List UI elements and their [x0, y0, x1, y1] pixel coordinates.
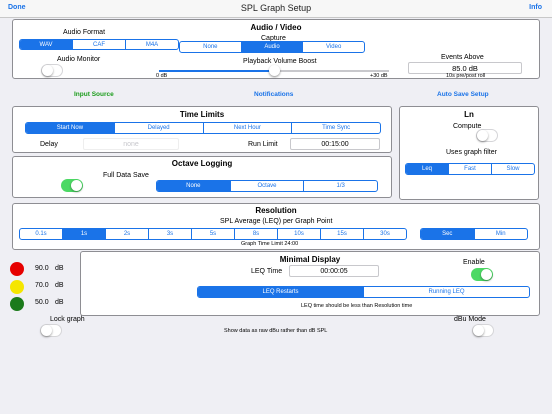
format-caf-option[interactable]: CAF	[73, 40, 126, 49]
delay-label: Delay	[40, 141, 58, 148]
threshold-green-unit: dB	[55, 299, 64, 306]
running-leq-option[interactable]: Running LEQ	[364, 287, 529, 297]
audio-video-panel: Audio / Video Audio Format WAV CAF M4A C…	[12, 19, 540, 79]
threshold-yellow-value[interactable]: 70.0	[35, 282, 49, 289]
threshold-red-value[interactable]: 90.0	[35, 265, 49, 272]
octave-mode-selector: None Octave 1/3	[156, 180, 378, 192]
minimal-display-panel: Minimal Display LEQ Time 00:00:05 Enable…	[80, 251, 540, 316]
compute-label: Compute	[453, 123, 482, 130]
capture-none-option[interactable]: None	[180, 42, 242, 52]
delay-field[interactable]: none	[83, 138, 179, 150]
threshold-yellow-unit: dB	[55, 282, 64, 289]
raw-dbu-note: Show data as raw dBu rather than dB SPL	[224, 328, 328, 334]
compute-toggle[interactable]	[476, 129, 498, 142]
full-data-save-toggle[interactable]	[61, 179, 83, 192]
start-now-option[interactable]: Start Now	[26, 123, 115, 133]
dbu-mode-toggle[interactable]	[472, 324, 494, 337]
resolution-subtitle: SPL Average (LEQ) per Graph Point	[220, 218, 333, 225]
ln-filter-selector: Leq Fast Slow	[405, 163, 535, 175]
octave-logging-title: Octave Logging	[171, 159, 233, 168]
unit-min-option[interactable]: Min	[475, 229, 528, 239]
audio-monitor-toggle[interactable]	[41, 64, 63, 77]
full-data-save-label: Full Data Save	[103, 172, 149, 179]
start-time-sync-option[interactable]: Time Sync	[292, 123, 380, 133]
page-title: SPL Graph Setup	[240, 3, 312, 13]
res-30s-option[interactable]: 30s	[364, 229, 406, 239]
slider-thumb[interactable]	[269, 65, 280, 76]
start-mode-selector: Start Now Delayed Next Hour Time Sync	[25, 122, 381, 134]
leq-mode-selector: LEQ Restarts Running LEQ	[197, 286, 530, 298]
octave-third-option[interactable]: 1/3	[304, 181, 377, 191]
lock-graph-toggle[interactable]	[40, 324, 62, 337]
threshold-green-value[interactable]: 50.0	[35, 299, 49, 306]
ln-title: Ln	[464, 110, 474, 119]
resolution-title: Resolution	[255, 206, 297, 215]
enable-toggle[interactable]	[471, 268, 493, 281]
filter-fast-option[interactable]: Fast	[449, 164, 492, 174]
capture-video-option[interactable]: Video	[303, 42, 364, 52]
navigation-bar: Done SPL Graph Setup Info	[0, 0, 552, 18]
res-2s-option[interactable]: 2s	[106, 229, 149, 239]
start-delayed-option[interactable]: Delayed	[115, 123, 204, 133]
res-1s-option[interactable]: 1s	[63, 229, 106, 239]
boost-max-label: +30 dB	[370, 73, 388, 79]
red-threshold-dot[interactable]	[10, 262, 24, 276]
boost-min-label: 0 dB	[156, 73, 168, 79]
leq-time-label: LEQ Time	[251, 268, 283, 275]
graph-filter-label: Uses graph filter	[446, 149, 497, 156]
green-threshold-dot[interactable]	[10, 297, 24, 311]
res-10s-option[interactable]: 10s	[278, 229, 321, 239]
time-limits-title: Time Limits	[179, 110, 225, 119]
res-0-1s-option[interactable]: 0.1s	[20, 229, 63, 239]
threshold-red-unit: dB	[55, 265, 64, 272]
run-limit-field[interactable]: 00:15:00	[290, 138, 380, 150]
playback-boost-label: Playback Volume Boost	[243, 58, 317, 65]
resolution-selector: 0.1s 1s 2s 3s 5s 8s 10s 15s 30s	[19, 228, 407, 240]
start-next-hour-option[interactable]: Next Hour	[204, 123, 293, 133]
format-wav-option[interactable]: WAV	[20, 40, 73, 49]
format-m4a-option[interactable]: M4A	[126, 40, 178, 49]
res-8s-option[interactable]: 8s	[235, 229, 278, 239]
notifications-link[interactable]: Notifications	[254, 91, 293, 98]
octave-none-option[interactable]: None	[157, 181, 231, 191]
ln-panel: Ln Compute Uses graph filter Leq Fast Sl…	[399, 106, 539, 200]
leq-restarts-option[interactable]: LEQ Restarts	[198, 287, 364, 297]
dbu-mode-label: dBu Mode	[454, 316, 486, 323]
capture-selector: None Audio Video	[179, 41, 365, 53]
yellow-threshold-dot[interactable]	[10, 280, 24, 294]
graph-time-limit: Graph Time Limit 24:00	[241, 241, 299, 247]
events-above-label: Events Above	[441, 54, 484, 61]
enable-label: Enable	[463, 259, 485, 266]
events-roll-note: 10s pre/post roll	[446, 73, 486, 79]
input-source-link[interactable]: Input Source	[74, 91, 114, 98]
res-5s-option[interactable]: 5s	[192, 229, 235, 239]
octave-logging-panel: Octave Logging Full Data Save None Octav…	[12, 156, 392, 198]
auto-save-setup-link[interactable]: Auto Save Setup	[437, 91, 489, 98]
time-limits-panel: Time Limits Start Now Delayed Next Hour …	[12, 106, 392, 153]
filter-leq-option[interactable]: Leq	[406, 164, 449, 174]
info-button[interactable]: Info	[529, 4, 542, 11]
resolution-unit-selector: Sec Min	[420, 228, 528, 240]
playback-boost-slider[interactable]	[159, 65, 389, 76]
leq-time-note: LEQ time should be less than Resolution …	[301, 303, 413, 309]
unit-sec-option[interactable]: Sec	[421, 229, 475, 239]
leq-time-field[interactable]: 00:00:05	[289, 265, 379, 277]
audio-monitor-label: Audio Monitor	[57, 56, 101, 63]
audio-format-label: Audio Format	[63, 29, 106, 36]
filter-slow-option[interactable]: Slow	[492, 164, 534, 174]
run-limit-label: Run Limit	[248, 141, 278, 148]
capture-audio-option[interactable]: Audio	[241, 42, 304, 52]
lock-graph-label: Lock graph	[50, 316, 85, 323]
audio-format-selector: WAV CAF M4A	[19, 39, 179, 50]
resolution-panel: Resolution SPL Average (LEQ) per Graph P…	[12, 203, 540, 250]
res-15s-option[interactable]: 15s	[321, 229, 364, 239]
octave-octave-option[interactable]: Octave	[231, 181, 305, 191]
res-3s-option[interactable]: 3s	[149, 229, 192, 239]
